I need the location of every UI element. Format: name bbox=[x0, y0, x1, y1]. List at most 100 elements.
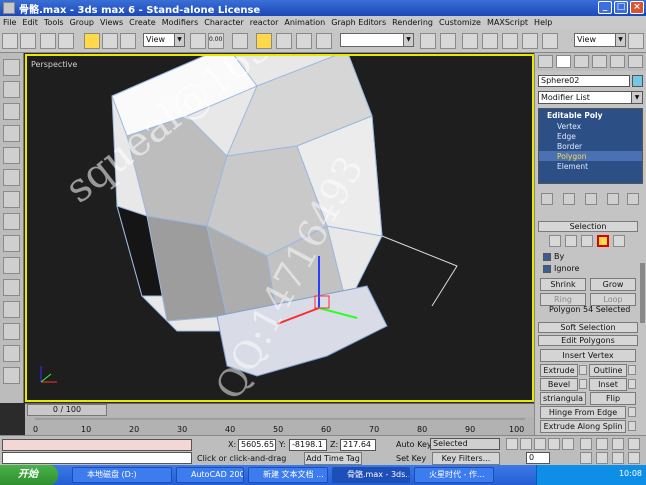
tool-icon-14[interactable] bbox=[3, 345, 20, 362]
outline-settings-icon[interactable] bbox=[628, 365, 636, 375]
zoom-all-icon[interactable] bbox=[596, 438, 608, 450]
selection-rollout-header[interactable]: Selection bbox=[538, 221, 638, 232]
y-coordinate-field[interactable]: -8198.1 bbox=[289, 439, 327, 451]
menu-file[interactable]: File bbox=[3, 18, 16, 27]
panel-scrollbar[interactable] bbox=[640, 263, 645, 323]
menu-rendering[interactable]: Rendering bbox=[392, 18, 433, 27]
stack-item-border[interactable]: Border bbox=[539, 141, 642, 151]
configure-sets-icon[interactable] bbox=[627, 193, 639, 205]
ignore-backfacing-checkbox[interactable] bbox=[543, 265, 551, 273]
go-to-start-icon[interactable] bbox=[506, 438, 518, 450]
task-autocad[interactable]: AutoCAD 2004 ... bbox=[176, 467, 244, 483]
menu-character[interactable]: Character bbox=[204, 18, 244, 27]
tool-icon-15[interactable] bbox=[3, 367, 20, 384]
show-end-result-icon[interactable] bbox=[563, 193, 575, 205]
shrink-button[interactable]: Shrink bbox=[540, 278, 586, 291]
key-filters-button[interactable]: Key Filters... bbox=[432, 452, 500, 465]
quick-render-icon[interactable] bbox=[542, 33, 558, 49]
make-unique-icon[interactable] bbox=[585, 193, 597, 205]
maxscript-mini-listener[interactable] bbox=[2, 452, 192, 464]
polygon-mode-icon[interactable] bbox=[597, 235, 609, 247]
create-tab-icon[interactable] bbox=[538, 55, 553, 68]
menu-graph-editors[interactable]: Graph Editors bbox=[331, 18, 386, 27]
tool-icon-11[interactable] bbox=[3, 279, 20, 296]
retriangulate-button[interactable]: striangula bbox=[540, 392, 586, 405]
task-text-document[interactable]: 新建 文本文档 ... bbox=[248, 467, 328, 483]
maximize-viewport-icon[interactable] bbox=[628, 452, 640, 464]
border-mode-icon[interactable] bbox=[581, 235, 593, 247]
viewport-label[interactable]: Perspective bbox=[31, 60, 77, 69]
vertex-mode-icon[interactable] bbox=[549, 235, 561, 247]
inset-settings-icon[interactable] bbox=[628, 379, 636, 389]
remove-modifier-icon[interactable] bbox=[607, 193, 619, 205]
maxscript-listener[interactable] bbox=[2, 439, 192, 451]
edge-mode-icon[interactable] bbox=[565, 235, 577, 247]
menu-reactor[interactable]: reactor bbox=[250, 18, 279, 27]
perspective-viewport[interactable]: Perspective squeal@163.com QQ:14716493 bbox=[25, 54, 534, 402]
redo-icon[interactable] bbox=[20, 33, 36, 49]
z-coordinate-field[interactable]: 217.64 bbox=[340, 439, 376, 451]
maximize-button[interactable]: □ bbox=[614, 1, 628, 14]
tool-icon-8[interactable] bbox=[3, 213, 20, 230]
spinner-icon[interactable]: 0.00 bbox=[208, 33, 224, 49]
schematic-view-icon[interactable] bbox=[482, 33, 498, 49]
next-frame-icon[interactable] bbox=[548, 438, 560, 450]
modifier-stack[interactable]: Editable Poly Vertex Edge Border Polygon… bbox=[538, 108, 643, 184]
tool-icon-10[interactable] bbox=[3, 257, 20, 274]
angle-snap-icon[interactable] bbox=[276, 33, 292, 49]
by-vertex-checkbox[interactable] bbox=[543, 253, 551, 261]
insert-vertex-button[interactable]: Insert Vertex bbox=[540, 349, 636, 362]
modifier-list-dropdown[interactable]: Modifier List ▼ bbox=[538, 91, 643, 104]
bevel-button[interactable]: Bevel bbox=[540, 378, 578, 391]
ref-coord-dropdown[interactable]: View ▼ bbox=[143, 33, 185, 47]
key-filter-select[interactable]: Selected bbox=[430, 438, 500, 450]
mirror-tool-icon[interactable] bbox=[420, 33, 436, 49]
utilities-tab-icon[interactable] bbox=[628, 55, 643, 68]
menu-maxscript[interactable]: MAXScript bbox=[487, 18, 528, 27]
select-link-icon[interactable] bbox=[40, 33, 56, 49]
menu-help[interactable]: Help bbox=[534, 18, 552, 27]
unlink-icon[interactable] bbox=[58, 33, 74, 49]
zoom-extents-all-icon[interactable] bbox=[628, 438, 640, 450]
stack-item-element[interactable]: Element bbox=[539, 161, 642, 171]
teapot-render-icon[interactable] bbox=[628, 33, 644, 49]
display-tab-icon[interactable] bbox=[610, 55, 625, 68]
object-name-field[interactable]: Sphere02 bbox=[538, 75, 630, 87]
close-button[interactable]: × bbox=[630, 1, 644, 14]
x-coordinate-field[interactable]: 5605.65 bbox=[238, 439, 276, 451]
tool-icon-2[interactable] bbox=[3, 81, 20, 98]
motion-tab-icon[interactable] bbox=[592, 55, 607, 68]
material-editor-icon[interactable] bbox=[502, 33, 518, 49]
select-rotate-icon[interactable] bbox=[102, 33, 118, 49]
tool-icon-3[interactable] bbox=[3, 103, 20, 120]
zoom-icon[interactable] bbox=[580, 438, 592, 450]
spinner-snap-icon[interactable] bbox=[316, 33, 332, 49]
clock[interactable]: 10:08 bbox=[619, 469, 642, 478]
render-scene-icon[interactable] bbox=[522, 33, 538, 49]
time-slider[interactable]: 0 / 100 bbox=[27, 404, 107, 416]
snap-icon[interactable] bbox=[256, 33, 272, 49]
start-button[interactable]: 开始 bbox=[0, 465, 58, 485]
view-dropdown[interactable]: View ▼ bbox=[574, 33, 626, 47]
select-move-icon[interactable] bbox=[84, 33, 100, 49]
flip-button[interactable]: Flip bbox=[590, 392, 636, 405]
undo-icon[interactable] bbox=[2, 33, 18, 49]
menu-edit[interactable]: Edit bbox=[22, 18, 38, 27]
tool-icon-13[interactable] bbox=[3, 323, 20, 340]
hinge-from-edge-button[interactable]: Hinge From Edge bbox=[540, 406, 626, 419]
play-icon[interactable] bbox=[534, 438, 546, 450]
tool-icon-9[interactable] bbox=[3, 235, 20, 252]
hinge-settings-icon[interactable] bbox=[628, 407, 636, 417]
inset-button[interactable]: Inset bbox=[589, 378, 627, 391]
menu-modifiers[interactable]: Modifiers bbox=[162, 18, 199, 27]
tool-icon-4[interactable] bbox=[3, 125, 20, 142]
tool-icon-7[interactable] bbox=[3, 191, 20, 208]
arc-rotate-icon[interactable] bbox=[612, 452, 624, 464]
percent-snap-icon[interactable] bbox=[296, 33, 312, 49]
go-to-end-icon[interactable] bbox=[562, 438, 574, 450]
element-mode-icon[interactable] bbox=[613, 235, 625, 247]
pan-icon[interactable] bbox=[596, 452, 608, 464]
select-scale-icon[interactable] bbox=[120, 33, 136, 49]
extrude-button[interactable]: Extrude bbox=[540, 364, 578, 377]
extrude-along-spline-button[interactable]: Extrude Along Splin bbox=[540, 420, 626, 433]
